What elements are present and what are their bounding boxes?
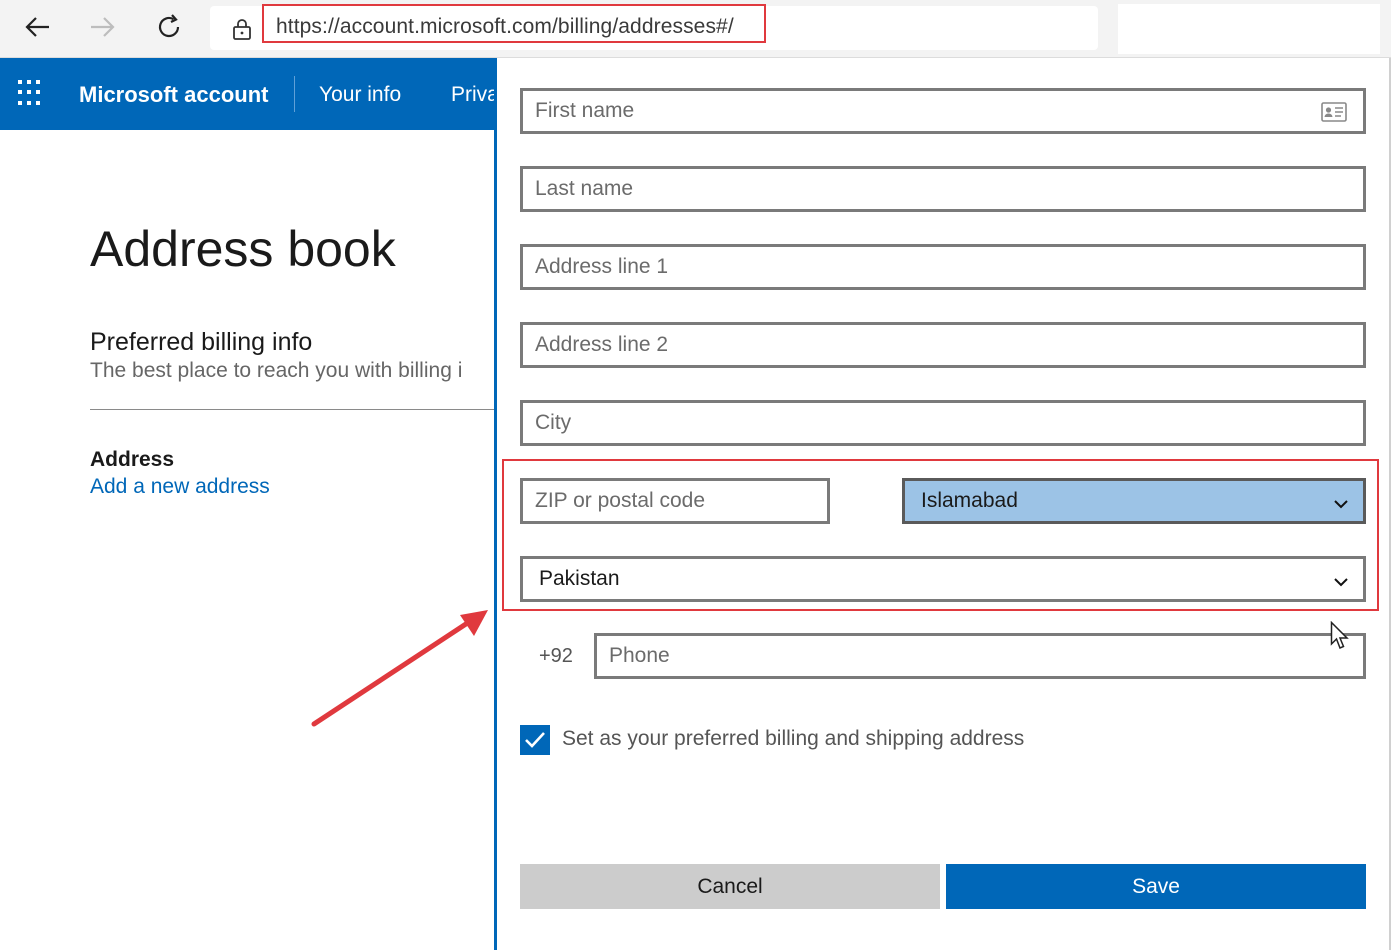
site-header: Microsoft account Your info Priva: [0, 58, 495, 130]
header-divider: [294, 76, 295, 112]
city-field[interactable]: City: [520, 400, 1366, 446]
address-line2-placeholder: Address line 2: [535, 333, 669, 356]
phone-placeholder: Phone: [609, 644, 670, 667]
last-name-field[interactable]: Last name: [520, 166, 1366, 212]
preferred-address-checkbox[interactable]: [520, 725, 550, 755]
city-placeholder: City: [535, 411, 572, 434]
phone-country-code: +92: [539, 645, 573, 667]
app-launcher-icon[interactable]: [18, 80, 44, 106]
first-name-placeholder: First name: [535, 99, 635, 122]
forward-arrow-icon[interactable]: [86, 10, 120, 44]
section-divider: [90, 409, 495, 410]
lock-icon[interactable]: [232, 18, 252, 45]
reload-icon[interactable]: [152, 10, 186, 44]
phone-field[interactable]: Phone: [594, 633, 1366, 679]
preferred-address-label[interactable]: Set as your preferred billing and shippi…: [562, 727, 1024, 751]
preferred-billing-title: Preferred billing info: [90, 328, 313, 356]
add-new-address-link[interactable]: Add a new address: [90, 475, 270, 499]
contact-card-icon[interactable]: [1321, 102, 1347, 127]
first-name-field[interactable]: First name: [520, 88, 1366, 134]
nav-privacy[interactable]: Priva: [451, 83, 495, 107]
address-heading: Address: [90, 448, 175, 471]
address-line1-field[interactable]: Address line 1: [520, 244, 1366, 290]
cancel-button[interactable]: Cancel: [520, 864, 940, 909]
address-line1-placeholder: Address line 1: [535, 255, 669, 278]
annotation-arrow: [311, 610, 488, 727]
back-arrow-icon[interactable]: [20, 10, 54, 44]
last-name-placeholder: Last name: [535, 177, 634, 200]
url-annotation-box: [262, 4, 766, 43]
save-button[interactable]: Save: [946, 864, 1366, 909]
mouse-pointer-icon: [1330, 621, 1349, 649]
page-title: Address book: [90, 221, 396, 277]
brand-link[interactable]: Microsoft account: [79, 82, 268, 108]
preferred-billing-subtitle: The best place to reach you with billing…: [90, 359, 463, 382]
region-country-annotation-box: [502, 459, 1379, 611]
toolbar-blank-area: [1118, 4, 1380, 54]
browser-toolbar: https://account.microsoft.com/billing/ad…: [0, 0, 1391, 58]
address-line2-field[interactable]: Address line 2: [520, 322, 1366, 368]
nav-your-info[interactable]: Your info: [319, 83, 401, 107]
